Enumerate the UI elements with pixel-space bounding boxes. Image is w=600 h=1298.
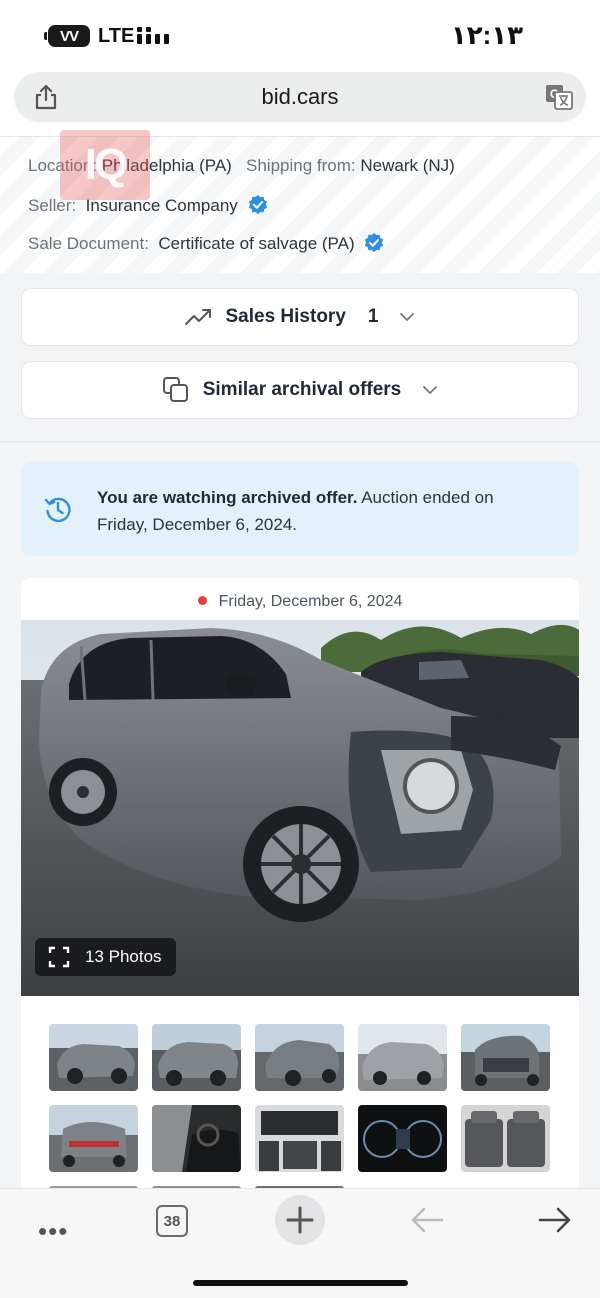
thumbnail[interactable] bbox=[152, 1105, 241, 1172]
thumbnail[interactable] bbox=[49, 1105, 138, 1172]
sales-history-count: 1 bbox=[367, 306, 379, 327]
notice-bold: You are watching archived offer. bbox=[97, 488, 358, 507]
photo-count-label: 13 Photos bbox=[85, 947, 162, 966]
auction-date-text: Friday, December 6, 2024 bbox=[218, 593, 403, 610]
url-text[interactable]: bid.cars bbox=[14, 84, 586, 110]
thumbnail[interactable] bbox=[461, 1105, 550, 1172]
shipping-label: Shipping from: bbox=[246, 156, 356, 175]
translate-icon[interactable]: G bbox=[544, 82, 574, 112]
thumbnail[interactable] bbox=[461, 1024, 550, 1091]
thumbnail[interactable] bbox=[358, 1024, 447, 1091]
thumbnail[interactable] bbox=[255, 1024, 344, 1091]
verified-icon bbox=[365, 232, 384, 253]
status-dot bbox=[197, 596, 207, 605]
clock: ۱۲:۱۳ bbox=[450, 20, 523, 50]
network-type: LTE bbox=[98, 25, 135, 47]
similar-offers-label: Similar archival offers bbox=[202, 379, 402, 400]
address-bar[interactable]: bid.cars G bbox=[14, 72, 586, 122]
watermark-logo: IQ bbox=[60, 130, 150, 200]
trend-icon bbox=[184, 309, 211, 325]
document-value: Certificate of salvage (PA) bbox=[158, 234, 355, 253]
signal-icon bbox=[137, 27, 169, 45]
chevron-down-icon bbox=[400, 313, 415, 321]
document-row: Sale Document: Certificate of salvage (P… bbox=[28, 232, 385, 254]
thumbnail[interactable] bbox=[49, 1024, 138, 1091]
auction-date: Friday, December 6, 2024 bbox=[21, 593, 579, 611]
chevron-down-icon bbox=[423, 386, 438, 394]
sales-history-label: Sales History bbox=[225, 306, 346, 327]
thumbnail[interactable] bbox=[358, 1105, 447, 1172]
tabs-count: 38 bbox=[163, 1212, 181, 1230]
copy-icon bbox=[162, 377, 188, 402]
back-arrow-icon[interactable] bbox=[410, 1206, 444, 1234]
similar-offers-button[interactable]: Similar archival offers bbox=[21, 361, 579, 419]
verified-icon bbox=[248, 194, 267, 215]
thumbnail[interactable] bbox=[152, 1024, 241, 1091]
new-tab-button[interactable] bbox=[275, 1195, 325, 1245]
expand-icon bbox=[48, 946, 70, 968]
photo-count-button[interactable]: 13 Photos bbox=[35, 938, 176, 976]
plus-icon bbox=[286, 1206, 314, 1234]
tabs-button[interactable]: 38 bbox=[156, 1205, 188, 1237]
forward-arrow-icon[interactable] bbox=[538, 1206, 572, 1234]
more-icon[interactable]: ••• bbox=[38, 1216, 68, 1247]
shipping-value: Newark (NJ) bbox=[360, 156, 455, 175]
history-icon bbox=[44, 497, 71, 523]
status-bar: VV LTE ۱۲:۱۳ bbox=[0, 0, 600, 70]
home-indicator bbox=[193, 1280, 408, 1286]
photo-card: Friday, December 6, 2024 13 Photos bbox=[21, 578, 579, 1188]
document-label: Sale Document: bbox=[28, 234, 149, 253]
watermark-text: IQ bbox=[84, 140, 128, 189]
thumbnail[interactable] bbox=[255, 1105, 344, 1172]
archived-notice: You are watching archived offer. Auction… bbox=[21, 462, 579, 556]
battery-text: VV bbox=[59, 27, 79, 45]
battery-indicator: VV bbox=[44, 25, 90, 47]
sales-history-button[interactable]: Sales History 1 bbox=[21, 288, 579, 346]
notice-text: You are watching archived offer. Auction… bbox=[97, 484, 497, 538]
